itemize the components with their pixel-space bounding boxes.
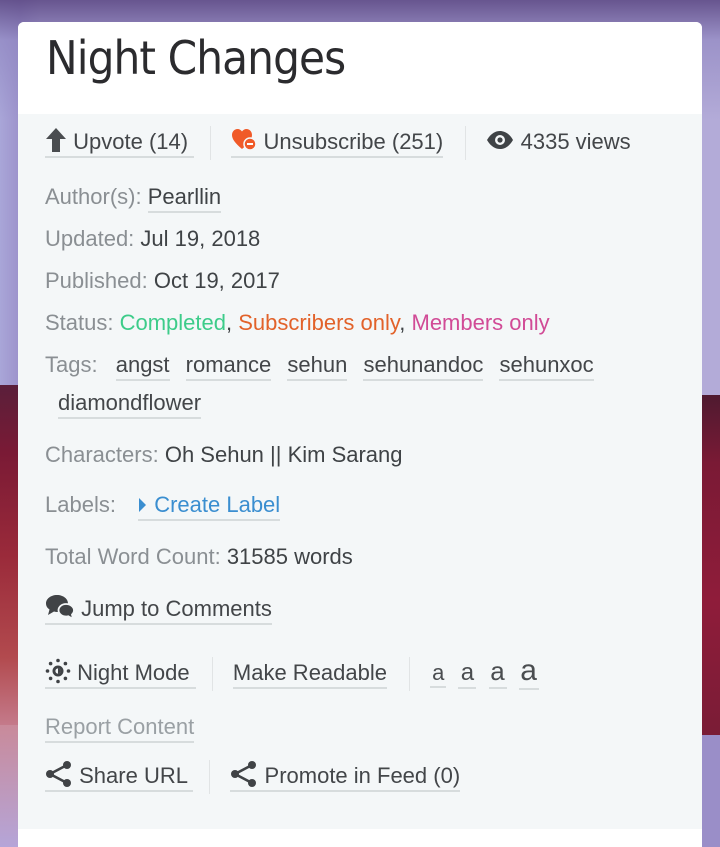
- comments-icon: [45, 594, 75, 626]
- story-actions: Upvote (14) Unsubscribe (251) 4335 views: [45, 126, 631, 160]
- background-image-left: [0, 385, 20, 725]
- night-mode-button[interactable]: Night Mode: [45, 658, 196, 690]
- word-count-label: Total Word Count:: [45, 544, 221, 569]
- tags-row: Tags: angst romance sehun sehunandoc seh…: [45, 352, 604, 381]
- eye-icon: [486, 130, 514, 156]
- tag-link[interactable]: angst: [115, 352, 170, 381]
- updated-label: Updated:: [45, 226, 135, 251]
- upvote-count: (14): [148, 128, 189, 154]
- promote-in-feed-label: Promote in Feed (0): [264, 762, 461, 788]
- background-image-left-bottom: [0, 725, 20, 847]
- tag-link[interactable]: sehun: [287, 352, 348, 381]
- share-row: Share URL Promote in Feed (0): [45, 760, 461, 794]
- share-icon: [45, 760, 73, 794]
- caret-right-icon: [138, 493, 148, 519]
- share-icon: [230, 760, 258, 794]
- promote-in-feed-button[interactable]: Promote in Feed (0): [230, 760, 461, 794]
- characters-value: Oh Sehun || Kim Sarang: [164, 442, 403, 467]
- sun-icon: [45, 658, 71, 690]
- font-size-large-button[interactable]: a: [488, 656, 507, 689]
- characters-label: Characters:: [45, 442, 159, 467]
- word-count-value: 31585 words: [226, 544, 353, 569]
- background-image-right-bottom: [702, 735, 720, 847]
- story-info-panel: Upvote (14) Unsubscribe (251) 4335 views…: [18, 114, 702, 829]
- story-header: Night Changes: [18, 22, 702, 114]
- published-row: Published: Oct 19, 2017: [45, 268, 280, 294]
- tags-row-2: diamondflower: [58, 390, 211, 419]
- report-content-link[interactable]: Report Content: [45, 714, 195, 743]
- status-subscribers-only: Subscribers only: [238, 310, 400, 335]
- font-size-medium-button[interactable]: a: [458, 659, 477, 689]
- unsubscribe-label: Unsubscribe: [263, 128, 386, 154]
- status-members-only: Members only: [411, 310, 550, 335]
- updated-date: Jul 19, 2018: [140, 226, 261, 251]
- make-readable-button[interactable]: Make Readable: [232, 660, 387, 689]
- labels-label: Labels:: [45, 492, 116, 517]
- create-label-button[interactable]: Create Label: [138, 492, 281, 521]
- labels-row: Labels: Create Label: [45, 492, 281, 521]
- upvote-button[interactable]: Upvote (14): [45, 127, 195, 159]
- status-completed: Completed: [119, 310, 226, 335]
- tag-link[interactable]: romance: [185, 352, 272, 381]
- status-row: Status: Completed, Subscribers only, Mem…: [45, 310, 550, 336]
- jump-to-comments-label: Jump to Comments: [81, 595, 272, 621]
- share-url-button[interactable]: Share URL: [45, 760, 194, 794]
- characters-row: Characters: Oh Sehun || Kim Sarang: [45, 442, 403, 468]
- status-separator: ,: [399, 310, 406, 335]
- word-count-row: Total Word Count: 31585 words: [45, 544, 353, 570]
- jump-to-comments-button[interactable]: Jump to Comments: [45, 594, 272, 626]
- reading-tools-row: Night Mode Make Readable a a a a: [45, 654, 545, 692]
- heart-minus-icon: [231, 128, 258, 158]
- tag-link[interactable]: sehunxoc: [499, 352, 594, 381]
- upvote-label: Upvote: [73, 128, 143, 154]
- font-size-small-button[interactable]: a: [430, 660, 447, 688]
- background-image-right: [702, 395, 720, 735]
- divider: [211, 657, 213, 692]
- published-label: Published:: [45, 268, 148, 293]
- unsubscribe-button[interactable]: Unsubscribe: [231, 128, 392, 158]
- views-label: 4335 views: [520, 128, 631, 154]
- story-title: Night Changes: [46, 31, 346, 85]
- status-separator: ,: [226, 310, 233, 335]
- tag-link[interactable]: sehunandoc: [363, 352, 484, 381]
- tag-link[interactable]: diamondflower: [58, 390, 202, 419]
- tags-label: Tags:: [45, 352, 98, 377]
- divider: [209, 760, 211, 794]
- arrow-up-icon: [45, 127, 67, 159]
- story-card: Night Changes Upvote (14) Unsubscribe (2…: [18, 22, 702, 847]
- subscriber-count[interactable]: (251): [391, 128, 444, 158]
- status-label: Status:: [45, 310, 114, 335]
- divider: [465, 126, 467, 160]
- author-label: Author(s):: [45, 184, 142, 209]
- jump-comments-row: Jump to Comments: [45, 594, 272, 626]
- published-date: Oct 19, 2017: [153, 268, 280, 293]
- divider: [210, 126, 212, 160]
- views-count: 4335 views: [486, 128, 631, 156]
- share-url-label: Share URL: [79, 762, 188, 788]
- font-size-xlarge-button[interactable]: a: [518, 654, 539, 690]
- create-label-text: Create Label: [154, 492, 281, 517]
- author-row: Author(s): Pearllin: [45, 184, 222, 213]
- author-link[interactable]: Pearllin: [147, 184, 222, 213]
- updated-row: Updated: Jul 19, 2018: [45, 226, 260, 252]
- divider: [409, 657, 411, 692]
- night-mode-label: Night Mode: [77, 660, 190, 685]
- report-row: Report Content: [45, 714, 195, 743]
